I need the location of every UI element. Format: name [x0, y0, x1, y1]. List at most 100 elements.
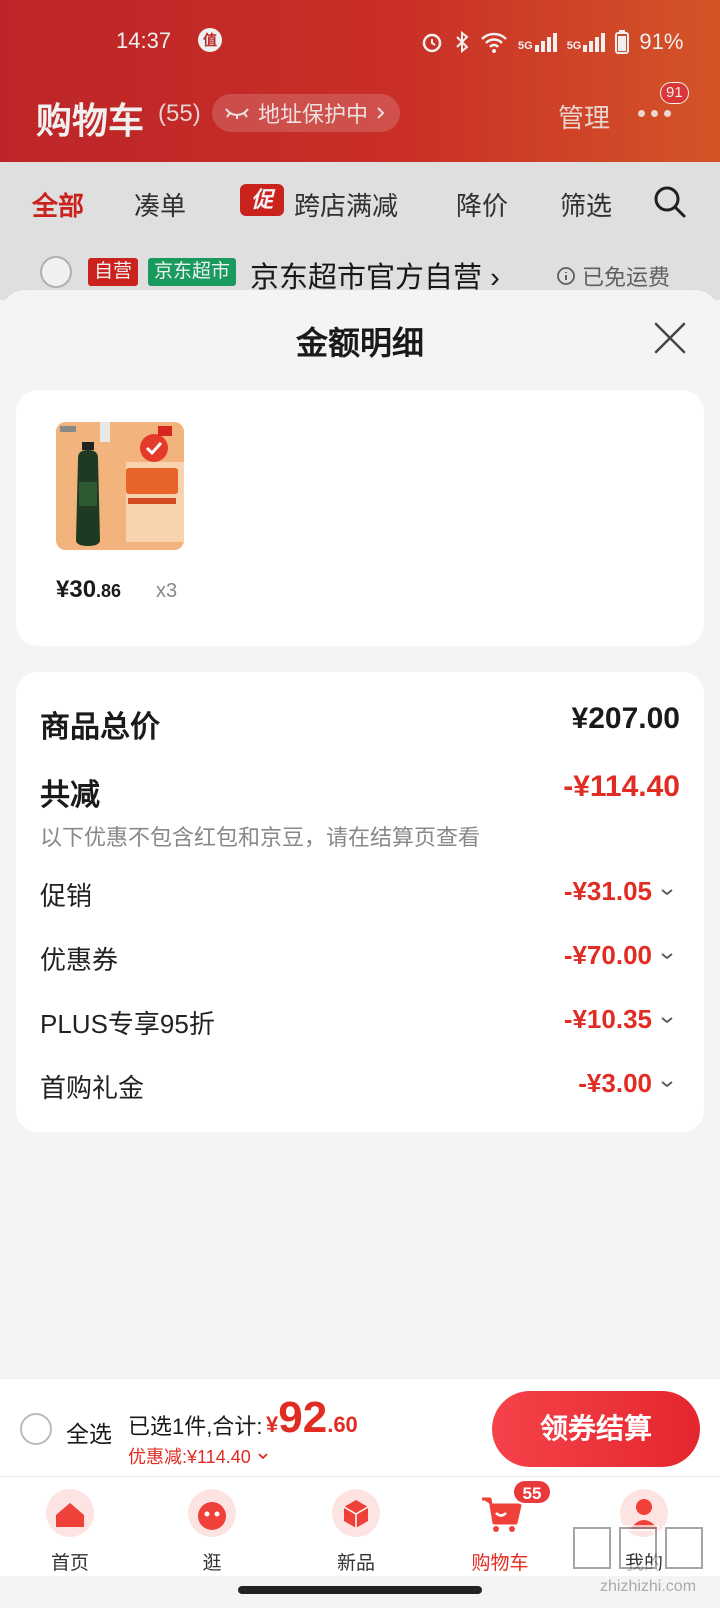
watermark-url: zhizhizhi.com: [600, 1578, 697, 1595]
first-purchase-gift-value: -¥3.00: [578, 1068, 652, 1098]
sheet-title: 金额明细: [295, 325, 424, 361]
promo-icon: 促: [240, 184, 284, 216]
promotion-row[interactable]: 促销 -¥31.05: [40, 876, 680, 916]
signal-bars-icon: [534, 33, 557, 52]
coupon-value-wrap: -¥70.00: [564, 940, 674, 971]
status-time: 14:37: [116, 28, 172, 53]
info-icon: [557, 267, 575, 285]
checkout-bar: 全选 已选1件,合计: ¥ 92 .60 优惠减:¥114.40 领券结算: [0, 1378, 720, 1476]
status-icons: 5G 5G 91%: [420, 26, 683, 58]
shop-select-radio[interactable]: [40, 256, 72, 288]
plus-discount-value: -¥10.35: [563, 1004, 652, 1034]
status-bar: 14:37 值 5G 5G 91%: [0, 26, 720, 58]
plus-discount-row[interactable]: PLUS专享95折 -¥10.35: [40, 1004, 680, 1044]
free-shipping-label: 已免运费: [582, 265, 671, 290]
zhi-notification-icon: 值: [198, 28, 222, 52]
first-purchase-gift-value-wrap: -¥3.00: [578, 1068, 674, 1099]
signal-5g-b: 5G: [567, 32, 606, 52]
signal-bars-icon: [583, 33, 606, 52]
tab-filter[interactable]: 筛选: [560, 186, 612, 223]
address-protection-button[interactable]: 地址保护中: [212, 94, 401, 132]
tab-home-label: 首页: [50, 1553, 89, 1574]
discount-summary-toggle[interactable]: 优惠减:¥114.40: [128, 1443, 269, 1469]
first-purchase-gift-label: 首购礼金: [40, 1073, 145, 1103]
network-label-a: 5G: [518, 40, 533, 52]
coupon-value: -¥70.00: [563, 940, 652, 970]
total-int: 92: [278, 1393, 328, 1442]
unit-price-int: ¥30: [56, 576, 97, 603]
tab-bundle[interactable]: 凑单: [134, 186, 186, 223]
price-breakdown-card: 商品总价 ¥207.00 共减 -¥114.40 以下优惠不包含红包和京豆，请在…: [16, 672, 704, 1132]
total-currency: ¥: [266, 1412, 279, 1437]
product-thumbnail[interactable]: [56, 422, 184, 550]
tab-new[interactable]: 新品: [296, 1487, 416, 1575]
total-reduction-label: 共减: [40, 779, 100, 812]
chevron-down-icon: [661, 1080, 673, 1087]
promotion-value-wrap: -¥31.05: [564, 876, 674, 907]
total-price-label: 商品总价: [40, 711, 160, 744]
select-all-radio[interactable]: [20, 1413, 52, 1445]
promotion-label: 促销: [40, 881, 93, 911]
coupon-label: 优惠券: [40, 945, 119, 975]
wifi-icon: [481, 32, 507, 53]
discount-note: 以下优惠不包含红包和京豆，请在结算页查看: [40, 825, 481, 850]
home-indicator[interactable]: [238, 1586, 482, 1594]
product-image: [56, 422, 184, 550]
bluetooth-icon: [456, 30, 469, 54]
total-reduction-row: 共减 -¥114.40: [40, 770, 680, 812]
tab-price-drop[interactable]: 降价: [456, 186, 508, 223]
new-products-icon: [332, 1489, 380, 1537]
battery-icon: [615, 30, 630, 54]
manage-button[interactable]: 管理: [558, 98, 610, 135]
item-quantity: x3: [156, 580, 178, 602]
network-label-b: 5G: [566, 40, 582, 52]
cart-count: (55): [158, 100, 201, 127]
tab-cross-store-discount[interactable]: 跨店满减: [294, 186, 398, 223]
home-icon: [46, 1489, 94, 1537]
unit-price-dec: .86: [96, 581, 122, 601]
message-badge: 91: [660, 82, 689, 104]
jd-supermarket-tag: 京东超市: [148, 258, 237, 286]
tab-new-label: 新品: [336, 1553, 375, 1574]
title-bar: 购物车 (55) 地址保护中 管理 91: [0, 82, 720, 142]
browse-icon: [188, 1489, 236, 1537]
select-all-label[interactable]: 全选: [66, 1415, 112, 1449]
address-protection-label: 地址保护中: [258, 102, 369, 127]
chevron-down-icon: [661, 888, 673, 895]
alarm-icon: [422, 33, 442, 53]
page-title: 购物车: [36, 100, 145, 141]
promotion-value: -¥31.05: [563, 876, 652, 906]
plus-discount-label: PLUS专享95折: [40, 1009, 215, 1039]
close-icon[interactable]: [652, 320, 688, 356]
tab-browse[interactable]: 逛: [152, 1487, 272, 1575]
plus-discount-value-wrap: -¥10.35: [564, 1004, 674, 1035]
chevron-down-icon: [258, 1453, 268, 1460]
checkout-total: ¥ 92 .60: [266, 1393, 358, 1443]
tab-all[interactable]: 全部: [32, 186, 84, 223]
battery-percent: 91%: [639, 29, 684, 54]
eye-closed-icon: [225, 108, 249, 119]
cart-badge: 55: [512, 1479, 552, 1505]
self-operated-tag: 自营: [88, 258, 139, 286]
total-dec: .60: [327, 1412, 358, 1437]
search-icon[interactable]: [652, 184, 688, 220]
total-reduction-value: -¥114.40: [563, 770, 680, 803]
first-purchase-gift-row[interactable]: 首购礼金 -¥3.00: [40, 1068, 680, 1108]
product-card: ¥30.86 x3: [16, 390, 704, 646]
unit-price: ¥30.86: [56, 576, 121, 604]
filter-tabs: 全部 凑单 促 跨店满减 降价 筛选: [0, 162, 720, 246]
tab-cart-label: 购物车: [471, 1553, 529, 1574]
checkout-button[interactable]: 领券结算: [492, 1391, 700, 1467]
signal-5g-a: 5G: [518, 32, 557, 52]
shipping-status: 已免运费: [556, 260, 670, 292]
tab-browse-label: 逛: [202, 1553, 222, 1574]
app-header: 14:37 值 5G 5G 91% 购物车 (55) 地址保护中 管理 91: [0, 0, 720, 162]
total-price-value: ¥207.00: [571, 702, 680, 735]
chevron-right-icon: [377, 107, 385, 119]
selected-summary: 已选1件,合计:: [128, 1414, 263, 1439]
chevron-down-icon: [661, 952, 673, 959]
tab-home[interactable]: 首页: [10, 1487, 130, 1575]
total-price-row: 商品总价 ¥207.00: [40, 702, 680, 744]
coupon-row[interactable]: 优惠券 -¥70.00: [40, 940, 680, 980]
discount-summary: 优惠减:¥114.40: [128, 1447, 251, 1467]
